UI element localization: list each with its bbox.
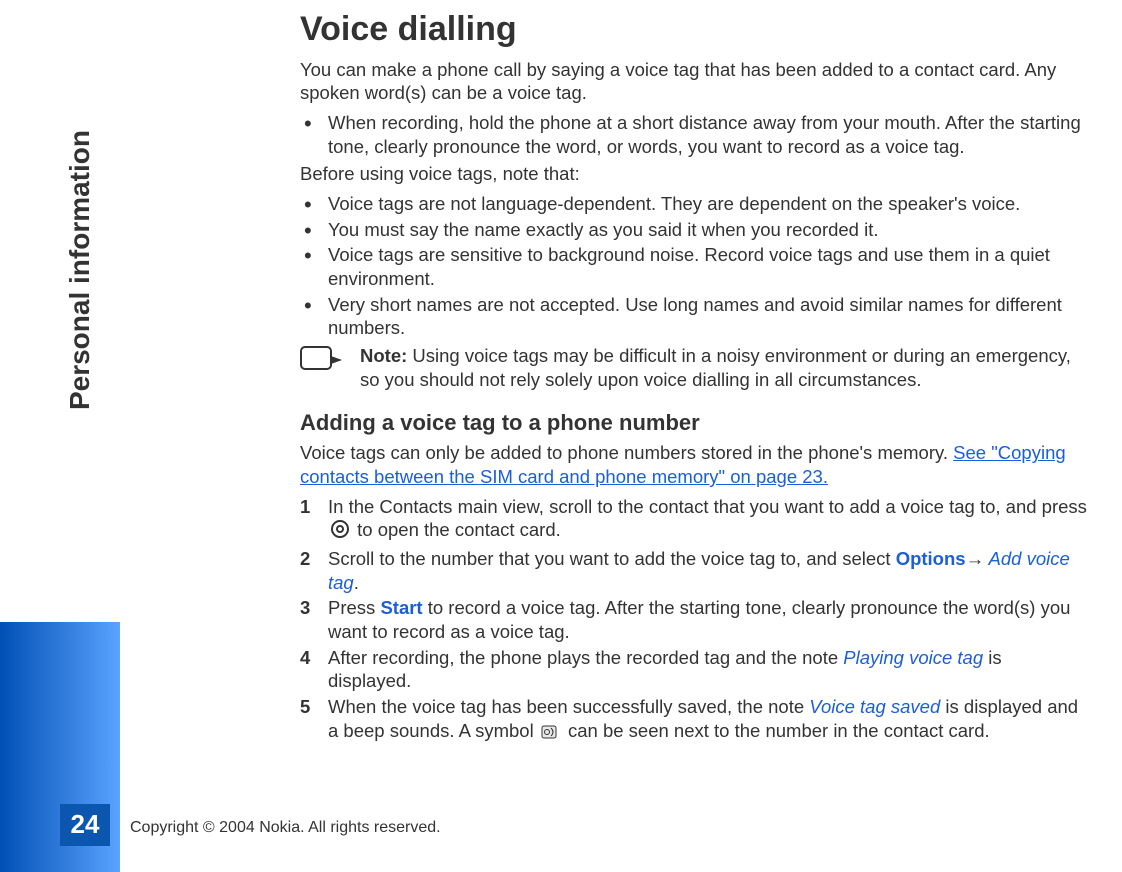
bullet-1: Voice tags are not language-dependent. T…	[300, 192, 1090, 216]
step-1: 1 In the Contacts main view, scroll to t…	[300, 495, 1090, 545]
step-3: 3 Press Start to record a voice tag. Aft…	[300, 596, 1090, 643]
heading-adding-voice-tag: Adding a voice tag to a phone number	[300, 409, 1090, 437]
bullet-4: Very short names are not accepted. Use l…	[300, 293, 1090, 340]
step-3-post: to record a voice tag. After the startin…	[328, 597, 1070, 642]
start-label: Start	[380, 597, 422, 618]
playing-voice-tag-label: Playing voice tag	[843, 647, 983, 668]
before-heading: Before using voice tags, note that:	[300, 162, 1090, 186]
note-body: Using voice tags may be difficult in a n…	[360, 345, 1071, 390]
step-1-num: 1	[300, 495, 324, 519]
steps-list: 1 In the Contacts main view, scroll to t…	[300, 495, 1090, 746]
step-4: 4 After recording, the phone plays the r…	[300, 646, 1090, 693]
step-5-pre: When the voice tag has been successfully…	[328, 696, 809, 717]
step-5-post: can be seen next to the number in the co…	[563, 720, 990, 741]
step-3-num: 3	[300, 596, 324, 620]
step-5: 5 When the voice tag has been successful…	[300, 695, 1090, 745]
note-icon	[300, 346, 342, 372]
page-number-value: 24	[71, 808, 100, 841]
adding-intro-text: Voice tags can only be added to phone nu…	[300, 442, 953, 463]
step-1-post: to open the contact card.	[352, 519, 561, 540]
step-2: 2 Scroll to the number that you want to …	[300, 547, 1090, 594]
page-number: 24	[60, 804, 110, 846]
note-label: Note:	[360, 345, 407, 366]
voice-tag-saved-label: Voice tag saved	[809, 696, 940, 717]
step-2-num: 2	[300, 547, 324, 571]
note-block: Note: Using voice tags may be difficult …	[300, 344, 1090, 391]
step-3-pre: Press	[328, 597, 380, 618]
step-2-pre: Scroll to the number that you want to ad…	[328, 548, 896, 569]
options-label: Options	[896, 548, 966, 569]
section-side-label: Personal information	[62, 130, 98, 410]
left-sidebar	[0, 0, 120, 872]
bullet-recording: When recording, hold the phone at a shor…	[300, 111, 1090, 158]
step-4-pre: After recording, the phone plays the rec…	[328, 647, 843, 668]
arrow-icon: →	[966, 548, 985, 569]
step-4-num: 4	[300, 646, 324, 670]
notes-bullet-list: Voice tags are not language-dependent. T…	[300, 192, 1090, 340]
voice-tag-symbol-icon	[541, 722, 561, 746]
bullet-3: Voice tags are sensitive to background n…	[300, 243, 1090, 290]
center-key-icon	[330, 519, 350, 545]
adding-intro: Voice tags can only be added to phone nu…	[300, 441, 1090, 488]
bullet-2: You must say the name exactly as you sai…	[300, 218, 1090, 242]
step-5-num: 5	[300, 695, 324, 719]
recording-bullet-list: When recording, hold the phone at a shor…	[300, 111, 1090, 158]
heading-voice-dialling: Voice dialling	[300, 8, 1090, 52]
step-2-post: .	[354, 572, 359, 593]
copyright-footer: Copyright © 2004 Nokia. All rights reser…	[130, 818, 441, 838]
intro-paragraph: You can make a phone call by saying a vo…	[300, 58, 1090, 105]
main-content: Voice dialling You can make a phone call…	[300, 8, 1090, 747]
step-1-pre: In the Contacts main view, scroll to the…	[328, 496, 1087, 517]
